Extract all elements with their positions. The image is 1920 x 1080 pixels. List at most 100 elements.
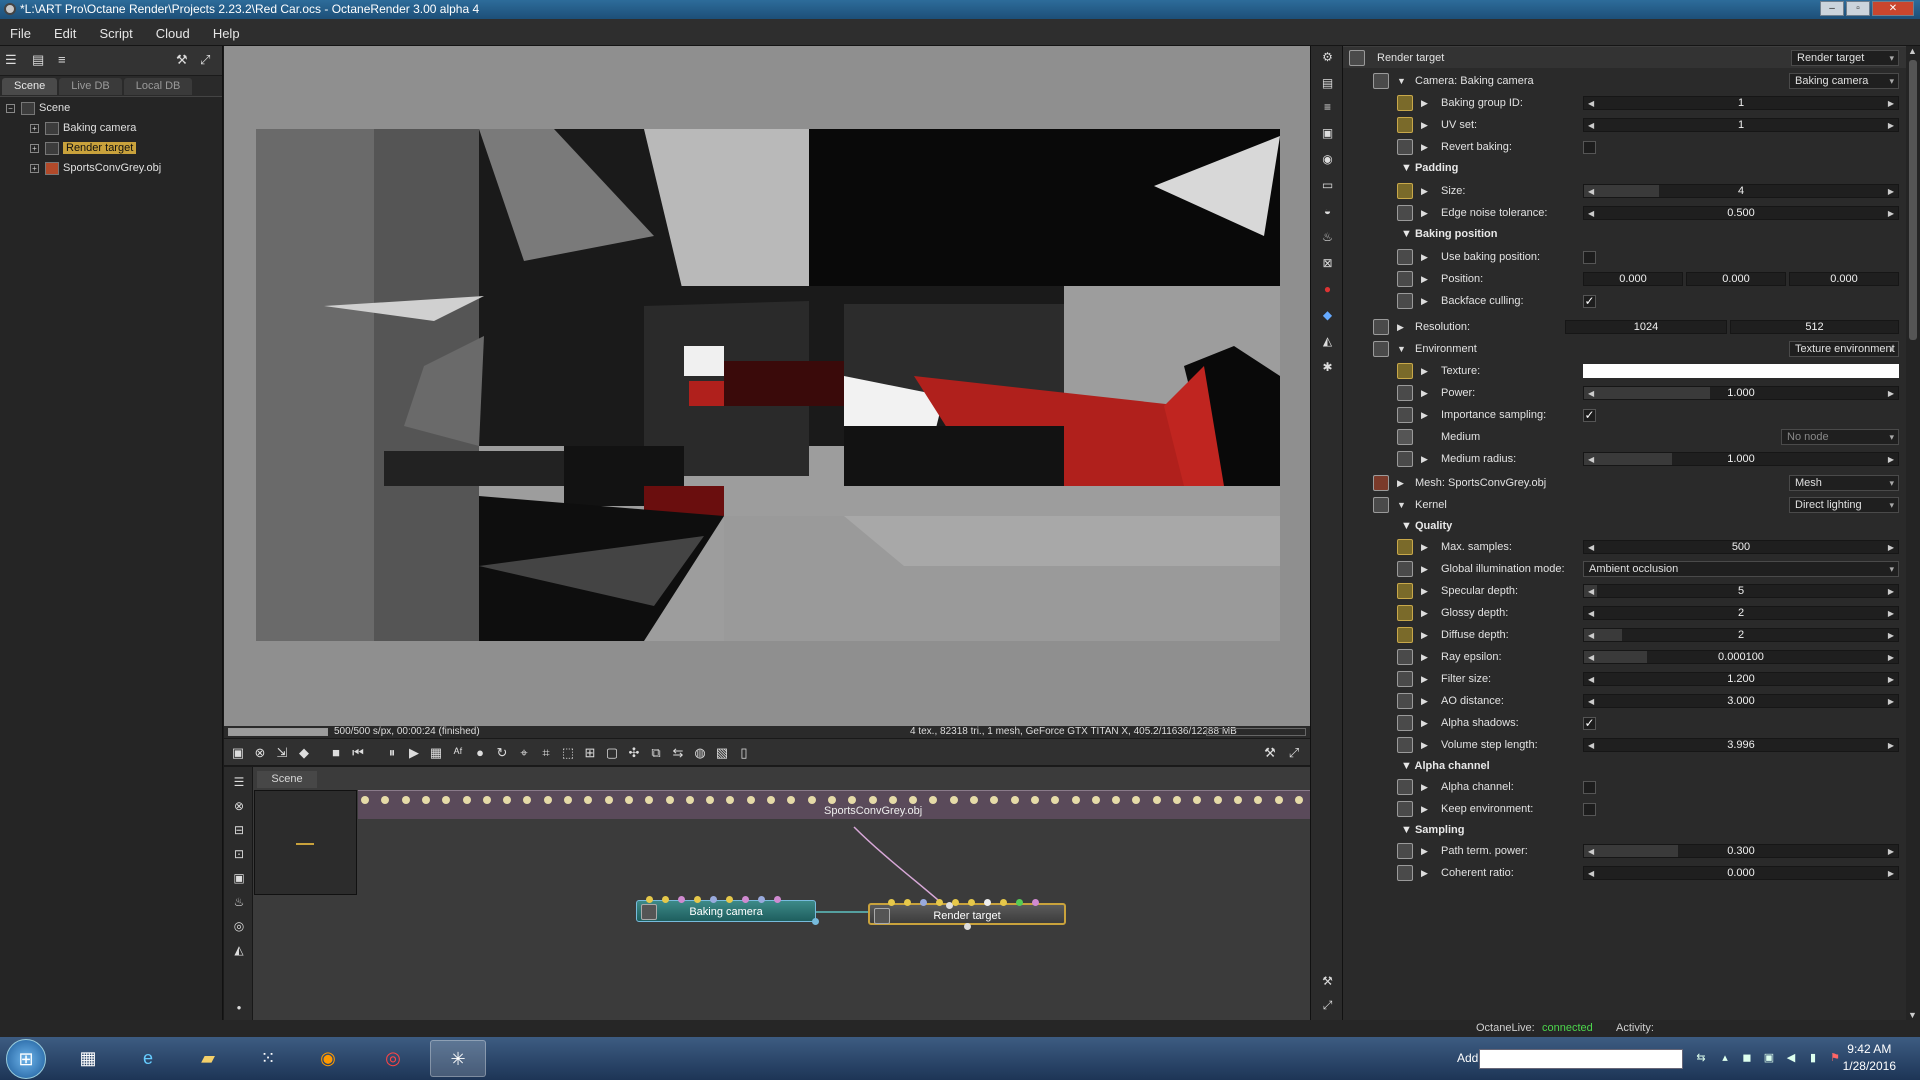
mesh-dropdown[interactable]: Mesh (1789, 475, 1899, 491)
address-input[interactable] (1479, 1049, 1683, 1069)
padding-section[interactable]: ▼ Padding (1401, 158, 1458, 178)
node-pin-target-output[interactable] (964, 923, 971, 930)
af-icon[interactable]: ᴬᶠ (450, 745, 466, 761)
revert-baking-checkbox[interactable] (1583, 141, 1596, 154)
camera-row[interactable]: ▼ Camera: Baking camera Baking camera (1343, 70, 1906, 92)
viewport-wrench-icon[interactable]: ⚒ (1262, 745, 1278, 761)
camera-input-pin[interactable] (646, 896, 653, 903)
inspector-material-icon[interactable]: ● (1320, 282, 1335, 297)
taskbar-octane-icon[interactable]: ✳ (430, 1040, 486, 1077)
kernel-dropdown[interactable]: Direct lighting (1789, 497, 1899, 513)
max-samples-slider[interactable]: ◀ 500 ▶ (1583, 540, 1899, 554)
power-slider[interactable]: ◀ 1.000 ▶ (1583, 386, 1899, 400)
gi-mode-dropdown[interactable]: Ambient occlusion (1583, 561, 1899, 577)
restart-icon[interactable]: ⏮ (350, 745, 366, 761)
specular-depth-slider[interactable]: ◀ 5 ▶ (1583, 584, 1899, 598)
camera-input-pin[interactable] (678, 896, 685, 903)
taskbar-firefox-icon[interactable]: ◉ (300, 1040, 356, 1077)
pick-material-icon[interactable]: ⬚ (560, 745, 576, 761)
render-viewport[interactable] (224, 46, 1310, 726)
render-target-input-pin[interactable] (888, 899, 895, 906)
alpha-channel-checkbox[interactable] (1583, 781, 1596, 794)
taskbar-folder-icon[interactable]: ▰ (180, 1040, 236, 1077)
color-cube-icon[interactable]: ◆ (296, 745, 312, 761)
camera-input-pin[interactable] (758, 896, 765, 903)
uv-set-slider[interactable]: ◀ 1 ▶ (1583, 118, 1899, 132)
size-slider[interactable]: ◀ 4 ▶ (1583, 184, 1899, 198)
tray-go-icon[interactable]: ⇆ (1694, 1051, 1708, 1065)
inspector-env-icon[interactable]: ◒ (1320, 204, 1335, 219)
render-target-input-pin[interactable] (936, 899, 943, 906)
region-icon[interactable]: ⇲ (274, 745, 290, 761)
pick-focus-icon[interactable]: ⌖ (516, 745, 532, 761)
tray-nvidia-icon[interactable]: ◼ (1740, 1051, 1754, 1065)
use-baking-position-checkbox[interactable] (1583, 251, 1596, 264)
inspector-kernel-icon[interactable]: ⊠ (1320, 256, 1335, 271)
tree-item-render-target[interactable]: + Render target (30, 139, 137, 157)
close-button[interactable]: ✕ (1872, 1, 1914, 16)
rotate-icon[interactable]: ↻ (494, 745, 510, 761)
baking-position-section[interactable]: ▼ Baking position (1401, 224, 1497, 244)
viewport-resolution-icon[interactable]: ▢ (604, 745, 620, 761)
medium-radius-slider[interactable]: ◀ 1.000 ▶ (1583, 452, 1899, 466)
path-term-slider[interactable]: ◀ 0.300 ▶ (1583, 844, 1899, 858)
inspector-list-icon[interactable]: ≡ (1320, 100, 1335, 115)
outliner-collapse-icon[interactable]: ≡ (58, 53, 72, 66)
inspector-scrollbar[interactable]: ▲ ▼ (1906, 46, 1920, 1020)
inspector-texture-icon[interactable]: ◭ (1320, 334, 1335, 349)
stop-icon[interactable]: ■ (328, 745, 344, 761)
render-target-input-pin[interactable] (968, 899, 975, 906)
texture-color-swatch[interactable] (1583, 364, 1899, 378)
environment-row[interactable]: ▼ Environment Texture environment (1343, 338, 1906, 360)
inspector-camera-icon[interactable]: ◉ (1320, 152, 1335, 167)
filter-size-slider[interactable]: ◀ 1.200 ▶ (1583, 672, 1899, 686)
glossy-depth-slider[interactable]: ◀ 2 ▶ (1583, 606, 1899, 620)
menu-file[interactable]: File (0, 19, 41, 48)
camera-input-pin[interactable] (662, 896, 669, 903)
camera-input-pin[interactable] (774, 896, 781, 903)
taskbar-apps-icon[interactable]: ⁙ (240, 1040, 296, 1077)
globe-icon[interactable]: ◍ (692, 745, 708, 761)
tray-flag-icon[interactable]: ⚑ (1828, 1051, 1842, 1065)
wrench-icon[interactable]: ⚒ (176, 53, 190, 66)
node-baking-camera[interactable]: Baking camera (636, 900, 816, 922)
position-z-field[interactable]: 0.000 (1789, 272, 1899, 286)
resolution-height-field[interactable]: 512 (1730, 320, 1899, 334)
diffuse-depth-slider[interactable]: ◀ 2 ▶ (1583, 628, 1899, 642)
baking-group-id-slider[interactable]: ◀ 1 ▶ (1583, 96, 1899, 110)
inspector-fullscreen-icon[interactable]: ⤢ (1320, 998, 1335, 1013)
node-render-target[interactable]: Render target (868, 903, 1066, 925)
menu-edit[interactable]: Edit (44, 19, 86, 48)
scroll-down-icon[interactable]: ▼ (1908, 1010, 1917, 1020)
tray-network-icon[interactable]: ▣ (1762, 1051, 1776, 1065)
pause-icon[interactable]: ⏸ (384, 745, 400, 761)
menu-help[interactable]: Help (203, 19, 250, 48)
taskbar-clock[interactable]: 9:42 AM 1/28/2016 (1843, 1041, 1896, 1075)
render-target-input-pin[interactable] (1000, 899, 1007, 906)
quality-section[interactable]: ▼ Quality (1401, 516, 1452, 536)
render-target-input-pin[interactable] (952, 899, 959, 906)
resolution-width-field[interactable]: 1024 (1565, 320, 1727, 334)
edge-noise-slider[interactable]: ◀ 0.500 ▶ (1583, 206, 1899, 220)
minimize-button[interactable]: – (1820, 1, 1844, 16)
medium-dropdown[interactable]: No node (1781, 429, 1899, 445)
render-target-dropdown[interactable]: Render target (1791, 50, 1899, 66)
maximize-button[interactable]: ▫ (1846, 1, 1870, 16)
importance-sampling-checkbox[interactable]: ✓ (1583, 409, 1596, 422)
render-target-input-pin[interactable] (1016, 899, 1023, 906)
taskbar-ie-icon[interactable]: e (120, 1040, 176, 1077)
ao-distance-slider[interactable]: ◀ 3.000 ▶ (1583, 694, 1899, 708)
pick-white-icon[interactable]: ⌗ (538, 745, 554, 761)
sampling-section[interactable]: ▼ Sampling (1401, 820, 1464, 840)
position-y-field[interactable]: 0.000 (1686, 272, 1786, 286)
copy-icon[interactable]: ⧉ (648, 745, 664, 761)
sphere-icon[interactable]: ● (472, 745, 488, 761)
kernel-row[interactable]: ▼ Kernel Direct lighting (1343, 494, 1906, 516)
taskbar-explorer-icon[interactable]: ▦ (60, 1040, 116, 1077)
node-graph-editor[interactable]: ☰ ⊗ ⊟ ⊡ ▣ ♨ ◎ ◭ ● Scene SportsConvGrey.o… (224, 767, 1310, 1020)
keep-environment-checkbox[interactable] (1583, 803, 1596, 816)
lock-viewport-icon[interactable]: ✣ (626, 745, 642, 761)
coherent-ratio-slider[interactable]: ◀ 0.000 ▶ (1583, 866, 1899, 880)
cancel-render-icon[interactable]: ⊗ (252, 745, 268, 761)
lock-icon[interactable]: ▦ (428, 745, 444, 761)
